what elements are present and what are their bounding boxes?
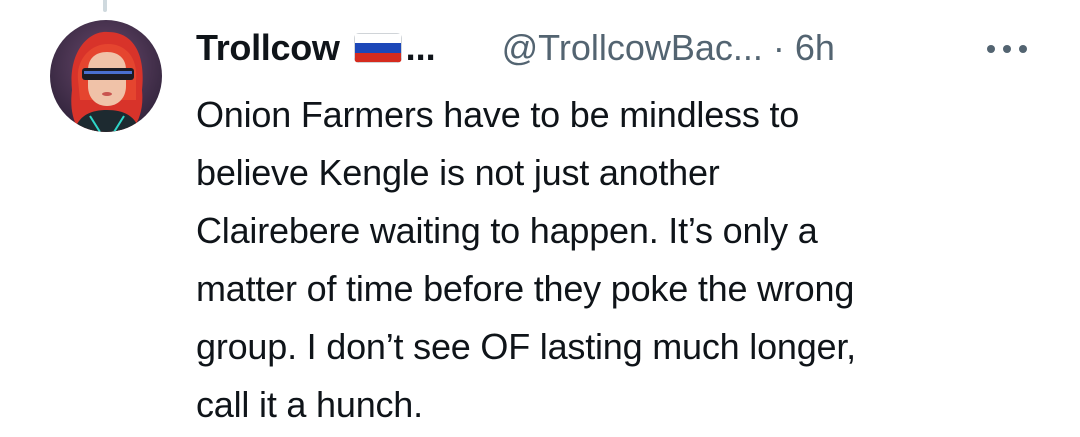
tweet-text-line: Onion Farmers have to be mindless to — [196, 94, 800, 135]
tweet-text-line: Clairebere waiting to happen. It’s only … — [196, 210, 818, 251]
author-handle[interactable]: @TrollcowBac... — [502, 27, 763, 69]
russia-flag-icon — [353, 33, 402, 63]
tweet-timestamp[interactable]: 6h — [795, 27, 835, 69]
tweet-text-line: believe Kengle is not just another — [196, 152, 720, 193]
tweet-content: Trollcow ... @TrollcowBac... · 6h Onion … — [196, 20, 1027, 434]
avatar-image — [50, 20, 162, 132]
separator-dot: · — [772, 27, 785, 68]
tweet-text-line: matter of time before they poke the wron… — [196, 268, 855, 309]
tweet-text-line: group. I don’t see OF lasting much longe… — [196, 326, 856, 367]
thread-connector-line — [103, 0, 107, 12]
author-display-name[interactable]: Trollcow — [196, 27, 340, 69]
more-options-button[interactable] — [982, 32, 1032, 66]
tweet-text-line: call it a hunch. — [196, 384, 423, 425]
avatar[interactable] — [50, 20, 162, 132]
tweet-header: Trollcow ... @TrollcowBac... · 6h — [196, 20, 1026, 76]
tweet-text: Onion Farmers have to be mindless to bel… — [196, 86, 1026, 434]
more-dots-icon — [987, 45, 1027, 53]
name-truncation: ... — [405, 27, 436, 68]
